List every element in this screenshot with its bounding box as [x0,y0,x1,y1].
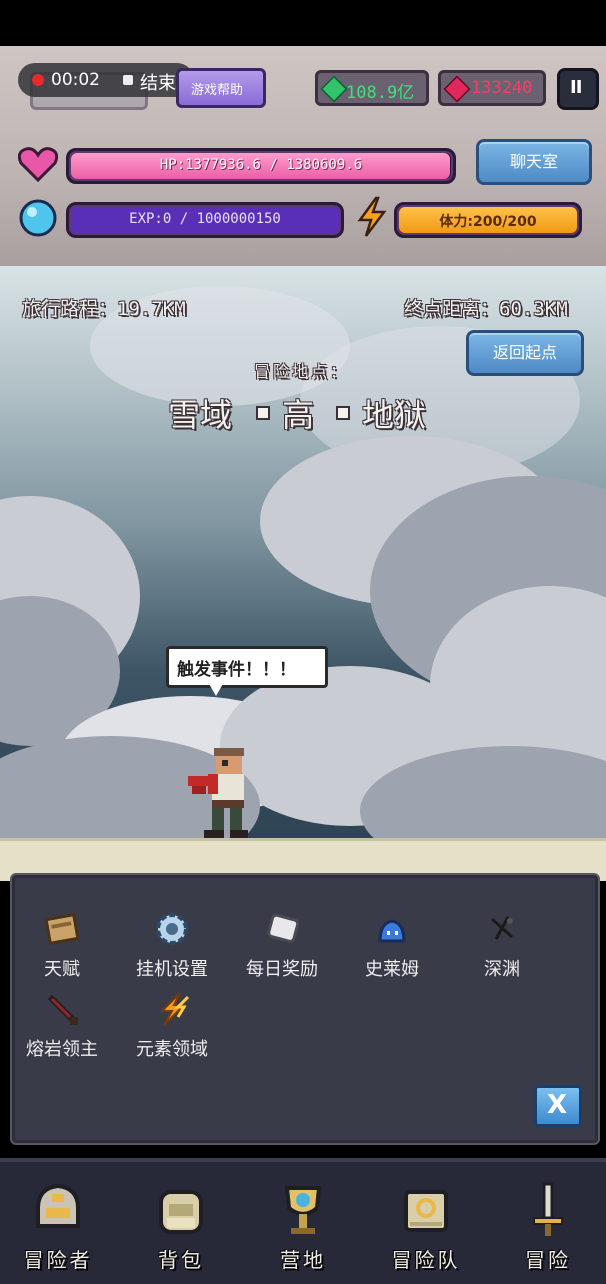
remaining-distance: 终点距离：60.3KM [404,298,568,320]
menu-item-idle-settings[interactable]: 挂机设置 [117,909,227,981]
chat-room-button[interactable]: 聊天室 [476,139,592,185]
pause-icon: II [570,77,582,98]
return-start-button[interactable]: 返回起点 [466,330,584,376]
trophy-icon [273,1180,333,1240]
backpack-icon [151,1180,211,1240]
exp-text: EXP:0 / 1000000150 [129,211,281,227]
close-panel-button[interactable]: X [534,1085,582,1127]
recording-indicator[interactable]: 00:02 结束 [18,63,194,97]
record-dot-icon [32,74,44,86]
nav-team[interactable]: 冒险队 [371,1180,481,1273]
location-separator [336,406,350,420]
feature-menu-panel: 天赋 挂机设置 每日奖励 史莱姆 深渊 熔岩领主 元素领域 X [10,873,600,1145]
ruby-icon [443,75,471,103]
location-separator [256,406,270,420]
nav-adventurer[interactable]: 冒险者 [3,1180,113,1273]
green-gem-icon [320,75,348,103]
status-bar [0,0,606,46]
speech-text: 触发事件！！！ [177,660,296,680]
menu-item-daily-reward[interactable]: 每日奖励 [227,909,337,981]
menu-item-talent[interactable]: 天赋 [7,909,117,981]
lightning-icon [356,196,388,238]
nav-label: 营地 [280,1248,326,1272]
exp-bar: EXP:0 / 1000000150 [66,202,344,238]
scroll-icon [262,909,302,949]
menu-item-slime[interactable]: 史莱姆 [337,909,447,981]
menu-item-label: 挂机设置 [136,959,208,980]
stamina-text: 体力:200/200 [439,214,537,230]
speech-bubble-tail [208,682,224,696]
game-help-label: 游戏帮助 [191,83,244,98]
nav-label: 冒险 [525,1248,571,1272]
stamina-bar: 体力:200/200 [394,202,582,238]
location-title: 雪域 高 地狱 [168,390,438,434]
nav-label: 冒险队 [391,1248,461,1272]
guild-book-icon [396,1180,456,1240]
location-caption: 冒险地点： [254,362,350,381]
travel-distance: 旅行路程：19.7KM [22,298,186,320]
location-part: 高 [282,396,315,434]
book-icon [42,909,82,949]
nav-label: 背包 [158,1248,204,1272]
recording-time: 00:02 [51,70,100,90]
exp-orb-icon [18,198,58,238]
top-bar: 00:02 结束 游戏帮助 108.9亿 133240 II HP:137793… [0,46,606,266]
gem-counter: 108.9亿 [315,70,429,106]
end-recording-button[interactable]: 结束 [140,69,176,95]
ruby-counter: 133240 [438,70,546,106]
gear-icon [152,909,192,949]
nav-adventure[interactable]: 冒险 [493,1180,603,1273]
hp-bar: HP:1377936.6 / 1380609.6 [66,148,456,184]
location-part: 雪域 [168,396,233,434]
stop-icon [123,75,133,85]
nav-camp[interactable]: 营地 [248,1180,358,1273]
game-help-button[interactable]: 游戏帮助 [176,68,266,108]
location-part: 地狱 [362,396,427,434]
bottom-navigation: 冒险者 背包 营地 冒险队 冒险 [0,1158,606,1284]
heart-icon [17,146,59,183]
menu-item-abyss[interactable]: 深渊 [447,909,557,981]
chat-room-label: 聊天室 [509,152,558,171]
adventure-scene: 旅行路程：19.7KM 终点距离：60.3KM 返回起点 冒险地点： 雪域 高 … [0,266,606,846]
menu-item-label: 元素领域 [136,1039,208,1060]
helmet-icon [28,1180,88,1240]
slime-icon [372,909,412,949]
adventure-sword-icon [518,1180,578,1240]
nav-label: 冒险者 [23,1248,93,1272]
hp-text: HP:1377936.6 / 1380609.6 [159,157,363,173]
menu-item-element-domain[interactable]: 元素领域 [117,989,227,1061]
nav-backpack[interactable]: 背包 [126,1180,236,1273]
menu-item-label: 熔岩领主 [26,1039,98,1060]
menu-item-lava-lord[interactable]: 熔岩领主 [7,989,117,1061]
menu-item-label: 天赋 [44,959,80,980]
pause-button[interactable]: II [557,68,599,110]
menu-item-label: 每日奖励 [246,959,318,980]
lightning-icon [152,989,192,1029]
speech-bubble: 触发事件！！！ [166,646,328,688]
gem-count: 108.9亿 [346,83,415,103]
ruby-count: 133240 [471,78,533,98]
abyss-icon [482,909,522,949]
menu-item-label: 史莱姆 [365,959,419,980]
sword-icon [42,989,82,1029]
close-icon: X [547,1090,568,1120]
menu-item-label: 深渊 [484,959,520,980]
hero-character[interactable] [186,746,256,842]
return-start-label: 返回起点 [492,343,557,362]
